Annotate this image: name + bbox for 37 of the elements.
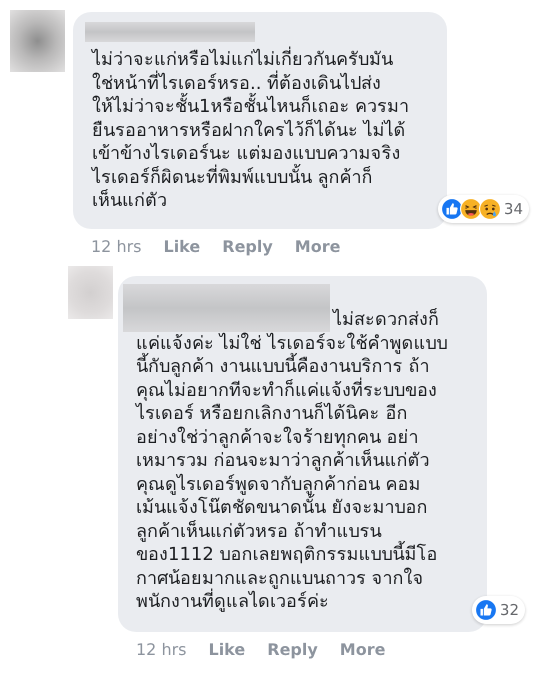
thumbs-up-icon [474,598,497,620]
comment-text-line: เม้นแจ้งโน๊ตชัดขนาดนั้น ยังจะมาบอก [136,496,477,520]
comment-text-line: เหมารวม ก่อนจะมาว่าลูกค้าเห็นแก่ตัว [136,449,431,472]
comment-text-line: ยืนรออาหารหรือฝากใครไว้ก็ได้นะ ไม่ได้ [92,118,407,142]
reaction-count: 34 [504,200,523,218]
comment-text-line: เห็นแก่ตัว [92,189,168,212]
comment-action-link[interactable]: Reply [267,640,318,658]
comment-text-line: กาศน้อยมากและถูกแบนถาวร จากใจ [136,566,425,589]
reaction-summary[interactable]: 34 [438,194,529,222]
avatar[interactable] [10,10,65,72]
comment-text-line: อย่างใช่ว่าลูกค้าจะใจร้ายทุกคน อย่า [136,426,420,449]
comment-time: 12 hrs [91,236,142,256]
reaction-summary[interactable]: 32 [472,596,525,624]
comment-action-link[interactable]: Reply [222,236,273,256]
comment-text-line: ใช่หน้าที่ไรเดอร์หรอ.. ที่ต้องเดินไปส่ง [92,72,382,94]
comment-action-link[interactable]: More [340,640,386,658]
comment-text-line: คุณดูไรเดอร์พูดจากับลูกค้าก่อน คอม [136,472,422,495]
comment-text-line: นี้กับลูกค้า งานแบบนี้คืองานบริการ ถ้า [136,355,477,378]
crying-face-icon [478,198,501,220]
comment-action-link[interactable]: More [294,236,340,256]
comment-text-line: ไรเดอร์ก็ผิดนะที่พิมพ์แบบนั้น ลูกค้าก็ [92,166,437,189]
comment-action-link[interactable]: Like [208,640,246,658]
comment-text-line: ลูกค้าเห็นแก่ตัวหรอ ถ้าทำแบรน [136,520,382,542]
comment-action-link[interactable]: Like [164,236,200,256]
comment-text-line: ไรเดอร์ หรือยกเลิกงานก็ได้นิคะ อีก [136,402,408,426]
reaction-count: 32 [500,600,519,618]
comment-text-line: ไม่สะดวกส่งก็ [333,308,439,332]
laughing-face-icon [460,198,482,220]
thumbs-up-icon [440,198,463,220]
comment-text-line: ไม่ว่าจะแก่หรือไม่แก่ไม่เกี่ยวกันครับมัน [92,48,437,72]
comment-text-line: ให้ไม่ว่าจะชั้น1หรือชั้นไหนก็เถอะ ควรมา [92,95,437,118]
comment-text-line: แค่แจ้งค่ะ ไม่ใช่ ไรเดอร์จะใช้คำพูดแบบ [136,332,448,354]
comment-text-line: ของ1112 บอกเลยพฤติกรรมแบบนี้มีโอ [136,543,477,566]
comment-time: 12 hrs [136,640,186,658]
comment-text-line: คุณไม่อยากทีจะทำก็แค่แจ้งที่ระบบของ [136,378,438,402]
avatar[interactable] [68,266,113,318]
comment-text-line: เข้าข้างไรเดอร์นะ แต่มองแบบความจริง [92,142,402,164]
